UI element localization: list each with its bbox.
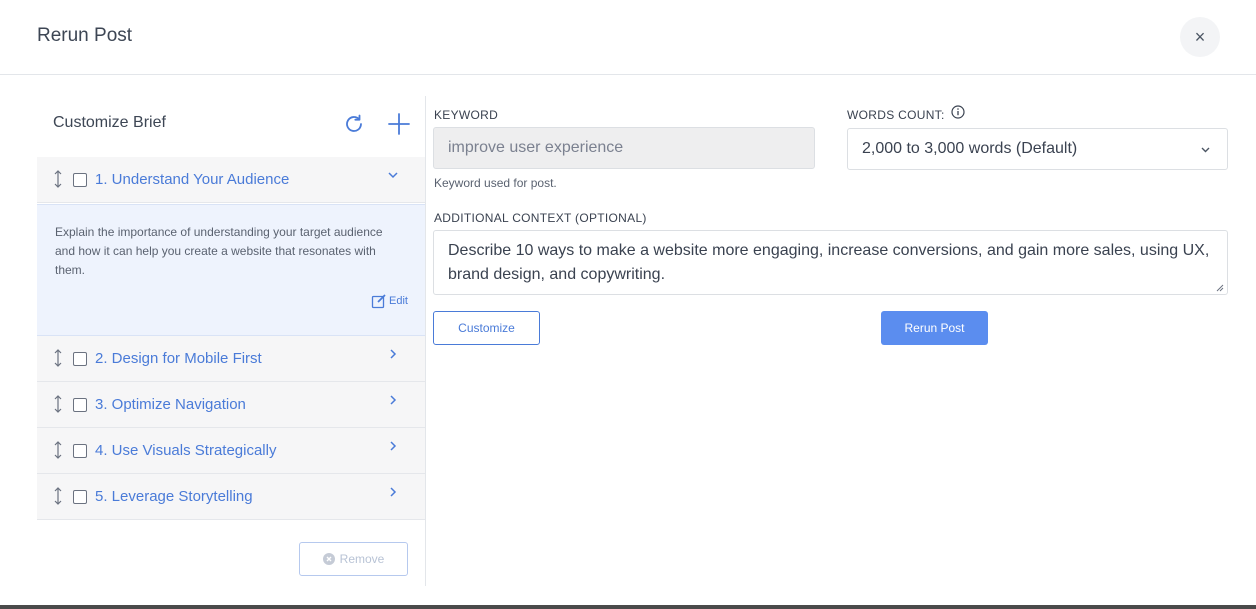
brief-item-1[interactable]: 1. Understand Your Audience xyxy=(37,157,425,203)
remove-button[interactable]: Remove xyxy=(299,542,408,576)
brief-item-checkbox[interactable] xyxy=(73,398,87,412)
keyword-input[interactable] xyxy=(433,127,815,169)
plus-icon[interactable] xyxy=(386,111,412,137)
keyword-help-text: Keyword used for post. xyxy=(434,176,557,190)
chevron-right-icon[interactable] xyxy=(387,486,399,498)
brief-item-description: Explain the importance of understanding … xyxy=(55,225,383,277)
chevron-right-icon[interactable] xyxy=(387,440,399,452)
close-icon: × xyxy=(1194,26,1206,47)
brief-item-2[interactable]: 2. Design for Mobile First xyxy=(37,336,425,382)
modal-header: Rerun Post × xyxy=(0,0,1256,75)
drag-handle-icon[interactable] xyxy=(53,487,63,505)
brief-title: Customize Brief xyxy=(53,114,166,131)
refresh-icon[interactable] xyxy=(342,112,366,136)
drag-handle-icon[interactable] xyxy=(53,349,63,367)
chevron-right-icon[interactable] xyxy=(387,394,399,406)
remove-label: Remove xyxy=(339,552,385,566)
brief-item-checkbox[interactable] xyxy=(73,352,87,366)
info-icon[interactable] xyxy=(951,105,965,119)
brief-item-3[interactable]: 3. Optimize Navigation xyxy=(37,382,425,428)
brief-item-label: 5. Leverage Storytelling xyxy=(95,488,253,505)
brief-item-label: 4. Use Visuals Strategically xyxy=(95,442,277,459)
modal-title: Rerun Post xyxy=(37,25,133,46)
drag-handle-icon[interactable] xyxy=(53,441,63,459)
words-count-label: WORDS COUNT: xyxy=(847,108,945,122)
words-count-value: 2,000 to 3,000 words (Default) xyxy=(862,140,1078,157)
rerun-post-modal: Rerun Post × Customize Brief 1. Understa… xyxy=(0,0,1256,605)
brief-item-5[interactable]: 5. Leverage Storytelling xyxy=(37,474,425,520)
brief-item-label: 1. Understand Your Audience xyxy=(95,171,290,188)
brief-item-checkbox[interactable] xyxy=(73,490,87,504)
resize-grip-icon[interactable] xyxy=(1214,282,1224,292)
page-background-strip xyxy=(0,605,1256,609)
brief-item-label: 3. Optimize Navigation xyxy=(95,396,246,413)
brief-item-detail: Explain the importance of understanding … xyxy=(37,204,425,336)
customize-button[interactable]: Customize xyxy=(433,311,540,345)
edit-label: Edit xyxy=(389,295,408,307)
remove-icon xyxy=(322,553,335,565)
edit-button[interactable]: Edit xyxy=(371,293,408,309)
chevron-down-icon xyxy=(1201,147,1210,153)
words-count-select[interactable]: 2,000 to 3,000 words (Default) xyxy=(847,128,1228,170)
chevron-right-icon[interactable] xyxy=(387,348,399,360)
drag-handle-icon[interactable] xyxy=(53,395,63,413)
brief-item-checkbox[interactable] xyxy=(73,444,87,458)
brief-item-label: 2. Design for Mobile First xyxy=(95,350,262,367)
edit-icon xyxy=(371,294,386,309)
rerun-post-button[interactable]: Rerun Post xyxy=(881,311,988,345)
drag-handle-icon[interactable] xyxy=(53,170,63,188)
brief-item-4[interactable]: 4. Use Visuals Strategically xyxy=(37,428,425,474)
keyword-label: KEYWORD xyxy=(434,108,499,122)
additional-context-textarea[interactable]: Describe 10 ways to make a website more … xyxy=(433,230,1228,295)
brief-item-checkbox[interactable] xyxy=(73,173,87,187)
chevron-down-icon[interactable] xyxy=(387,169,399,181)
additional-context-label: ADDITIONAL CONTEXT (OPTIONAL) xyxy=(434,211,647,225)
brief-panel: Customize Brief 1. Understand Your Audie… xyxy=(37,96,426,586)
close-button[interactable]: × xyxy=(1180,17,1220,57)
